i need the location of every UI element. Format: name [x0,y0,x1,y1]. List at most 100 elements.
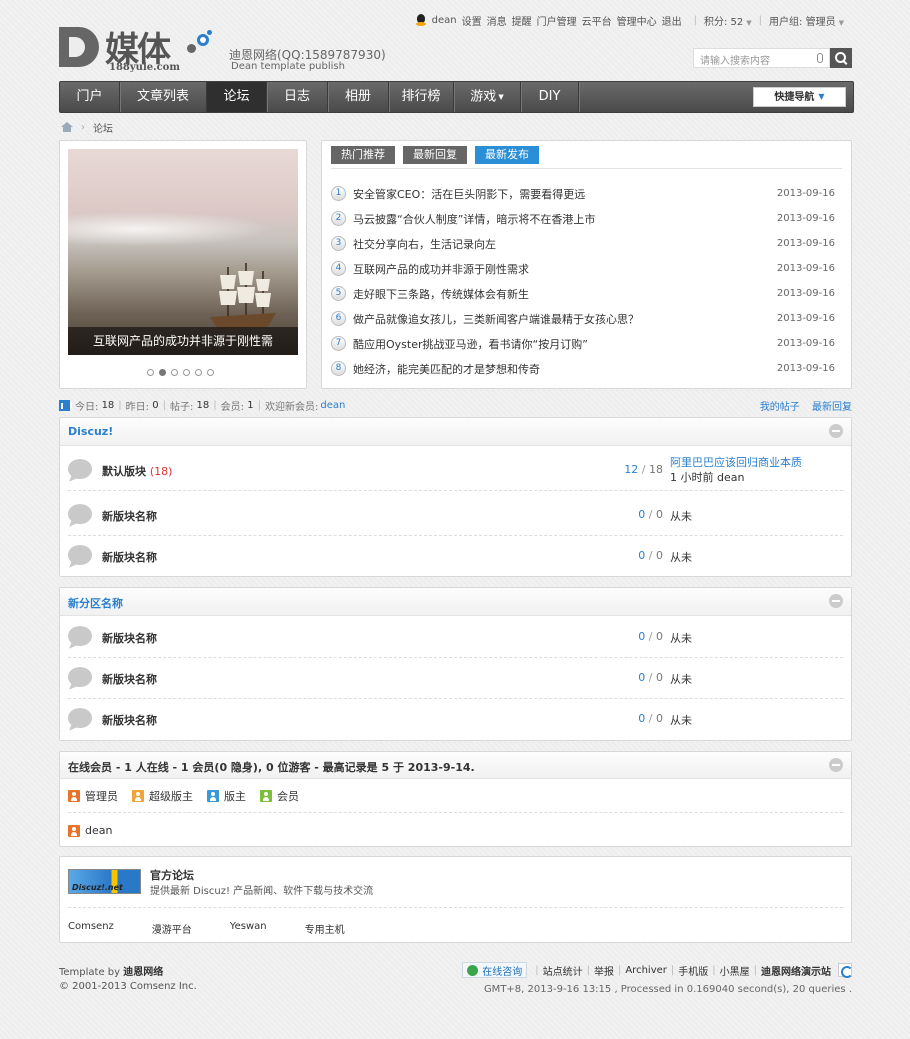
admin-center-link[interactable]: 管理中心 [617,13,657,28]
collapse-icon[interactable] [829,758,843,772]
news-title[interactable]: 酷应用Oyster挑战亚马逊，看书请你“按月订购” [353,336,777,352]
slider-dot[interactable] [171,369,178,376]
slider-image[interactable]: 互联网产品的成功并非源于刚性需 [68,149,298,355]
forum-name[interactable]: 新版块名称 [102,508,157,524]
nav-item-forum[interactable]: 论坛 [207,82,267,112]
news-list: 1 安全管家CEO：活在巨头阴影下，需要看得更远 2013-09-16 2 马云披露“… [331,181,835,381]
forum-group-title[interactable]: 新分区名称 [68,597,123,610]
tab-latest-reply[interactable]: 最新回复 [403,146,467,164]
rank-badge: 3 [331,236,346,251]
archiver-link[interactable]: Archiver [625,965,667,976]
news-title[interactable]: 走好眼下三条路，传统媒体会有新生 [353,286,777,302]
slider-dot[interactable] [147,369,154,376]
chevron-down-icon: ▼ [746,18,752,27]
slider-dot[interactable] [195,369,202,376]
forum-bubble-icon [68,667,92,687]
last-post-title[interactable]: 阿里巴巴应该回归商业本质 [670,455,802,470]
online-summary[interactable]: 在线会员 - 1 人在线 - 1 会员(0 隐身), 0 位游客 - 最高记录是… [68,761,475,774]
list-item: 7 酷应用Oyster挑战亚马逊，看书请你“按月订购” 2013-09-16 [331,331,835,356]
forum-name[interactable]: 新版块名称 [102,671,157,687]
forum-row: 新版块名称 0 / 0 从未 [68,617,843,658]
forum-bubble-icon [68,708,92,728]
template-author-link[interactable]: 迪恩网络 [123,967,163,978]
username-link[interactable]: dean [432,15,457,26]
forum-stats: 今日: 18 | 昨日: 0 | 帖子: 18 | 会员: 1 | 欢迎新会员:… [59,398,854,413]
forum-name[interactable]: 默认版块 (18) [102,463,172,479]
usergroup-menu[interactable]: 用户组: 管理员 ▼ [769,13,844,28]
nav-item-games[interactable]: 游戏 ▼ [454,82,521,112]
nav-item-diy[interactable]: DIY [521,82,579,112]
admin-user-icon [68,824,80,837]
cloud-platform-link[interactable]: 云平台 [582,13,612,28]
nav-item-portal[interactable]: 门户 [60,82,120,112]
collapse-icon[interactable] [829,424,843,438]
news-title[interactable]: 互联网产品的成功并非源于刚性需求 [353,261,777,277]
nav-item-blog[interactable]: 日志 [267,82,328,112]
forum-group-header: Discuz! [60,418,851,446]
divider [331,168,842,169]
forum-counts: 0 / 0 [613,630,663,643]
quick-nav-button[interactable]: 快捷导航 ▼ [753,87,846,107]
news-title[interactable]: 做产品就像追女孩儿，三类新闻客户端谁最精于女孩心思？ [353,311,777,327]
nav-item-ranking[interactable]: 排行榜 [389,82,454,112]
search-button[interactable] [830,48,852,68]
site-name-link[interactable]: 迪恩网络演示站 [761,963,831,978]
link-hosting[interactable]: 专用主机 [305,921,345,936]
news-title[interactable]: 马云披露“合伙人制度”详情，暗示将不在香港上市 [353,211,777,227]
forum-group: Discuz! 默认版块 (18) 12 / 18 阿里巴巴应该回归商业本质 1 … [59,417,852,577]
news-title[interactable]: 安全管家CEO：活在巨头阴影下，需要看得更远 [353,186,777,202]
user-role-legend: 管理员 超级版主 版主 会员 [68,788,299,804]
microphone-icon[interactable] [817,53,823,63]
link-yeswan[interactable]: Yeswan [230,921,267,936]
forum-name[interactable]: 新版块名称 [102,630,157,646]
site-stats-link[interactable]: 站点统计 [543,963,583,978]
forum-bubble-icon [68,504,92,524]
moderator-user-icon [207,790,219,802]
divider: | [535,964,539,976]
online-user[interactable]: dean [68,824,112,837]
cnzz-icon[interactable] [838,963,853,978]
tab-latest-post[interactable]: 最新发布 [475,146,539,164]
home-icon[interactable] [61,122,73,132]
portal-admin-link[interactable]: 门户管理 [537,13,577,28]
divider [68,907,843,908]
online-consult-button[interactable]: 在线咨询 [462,962,528,978]
search-input[interactable]: 请输入搜索内容 [693,48,830,68]
news-title[interactable]: 她经济，能完美匹配的才是梦想和传奇 [353,361,777,377]
post-count: 0 [656,712,663,725]
slider-dot-active[interactable] [159,369,166,376]
breadcrumb-current: 论坛 [93,123,113,135]
divider: | [753,964,757,976]
link-comsenz[interactable]: Comsenz [68,921,114,936]
blacklist-link[interactable]: 小黑屋 [720,963,750,978]
members-count: 1 [247,399,254,411]
nav-item-articles[interactable]: 文章列表 [120,82,207,112]
official-forum-title[interactable]: 官方论坛 [150,867,194,883]
settings-link[interactable]: 设置 [462,13,482,28]
reminders-link[interactable]: 提醒 [512,13,532,28]
discuz-logo[interactable]: Discuz!.net [68,869,141,894]
news-title[interactable]: 社交分享向右，生活记录向左 [353,236,777,252]
site-logo[interactable]: 媒体 188yule.com [59,24,219,76]
nav-item-album[interactable]: 相册 [328,82,389,112]
posts-label: 帖子: [169,401,194,413]
forum-name[interactable]: 新版块名称 [102,712,157,728]
mobile-link[interactable]: 手机版 [678,963,708,978]
report-link[interactable]: 举报 [594,963,614,978]
link-manyou[interactable]: 漫游平台 [152,921,192,936]
slider-dot[interactable] [183,369,190,376]
latest-replies-link[interactable]: 最新回复 [812,402,852,413]
tab-hot[interactable]: 热门推荐 [331,146,395,164]
logout-link[interactable]: 退出 [662,13,682,28]
slider-dot[interactable] [207,369,214,376]
rank-badge: 7 [331,336,346,351]
points-menu[interactable]: 积分: 52 ▼ [704,13,752,28]
messages-link[interactable]: 消息 [487,13,507,28]
legend-moderator: 版主 [207,788,246,804]
slider-caption[interactable]: 互联网产品的成功并非源于刚性需 [68,327,298,355]
forum-group-title[interactable]: Discuz! [68,425,113,438]
new-member-link[interactable]: dean [320,400,345,411]
forum-name[interactable]: 新版块名称 [102,549,157,565]
my-posts-link[interactable]: 我的帖子 [760,402,800,413]
collapse-icon[interactable] [829,594,843,608]
